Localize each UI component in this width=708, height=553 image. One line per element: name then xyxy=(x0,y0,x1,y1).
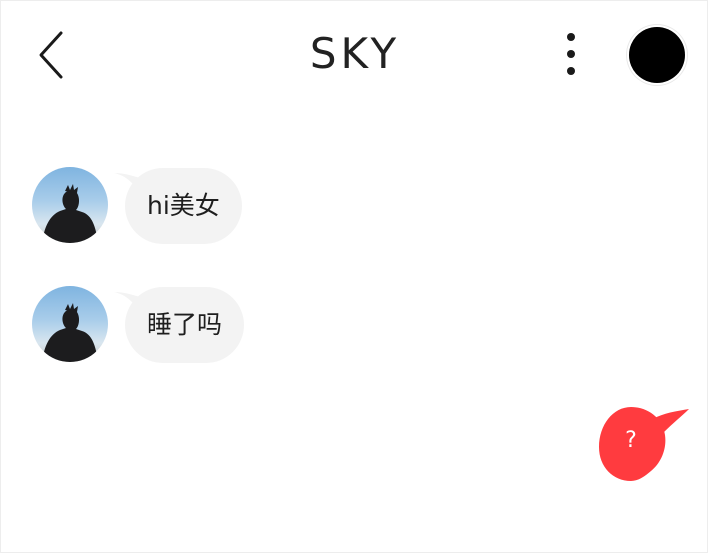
help-label: ? xyxy=(625,428,637,453)
more-vertical-icon xyxy=(567,33,575,41)
message-bubble[interactable]: 睡了吗 xyxy=(125,287,245,363)
person-silhouette-icon xyxy=(42,303,98,362)
person-silhouette-icon xyxy=(42,184,98,243)
chat-header: SKY xyxy=(1,1,708,111)
chevron-left-icon xyxy=(39,31,63,79)
help-button[interactable]: ? xyxy=(597,405,693,485)
chat-screen: SKY hi美女 睡了吗 ? xyxy=(0,0,708,553)
contact-avatar[interactable] xyxy=(32,167,108,243)
message-row: 睡了吗 xyxy=(1,286,708,366)
back-button[interactable] xyxy=(31,27,75,83)
message-bubble[interactable]: hi美女 xyxy=(125,168,242,244)
chat-title: SKY xyxy=(309,29,401,78)
more-options-button[interactable] xyxy=(557,29,585,81)
message-row: hi美女 xyxy=(1,167,708,247)
profile-avatar-button[interactable] xyxy=(629,27,685,83)
contact-avatar[interactable] xyxy=(32,286,108,362)
